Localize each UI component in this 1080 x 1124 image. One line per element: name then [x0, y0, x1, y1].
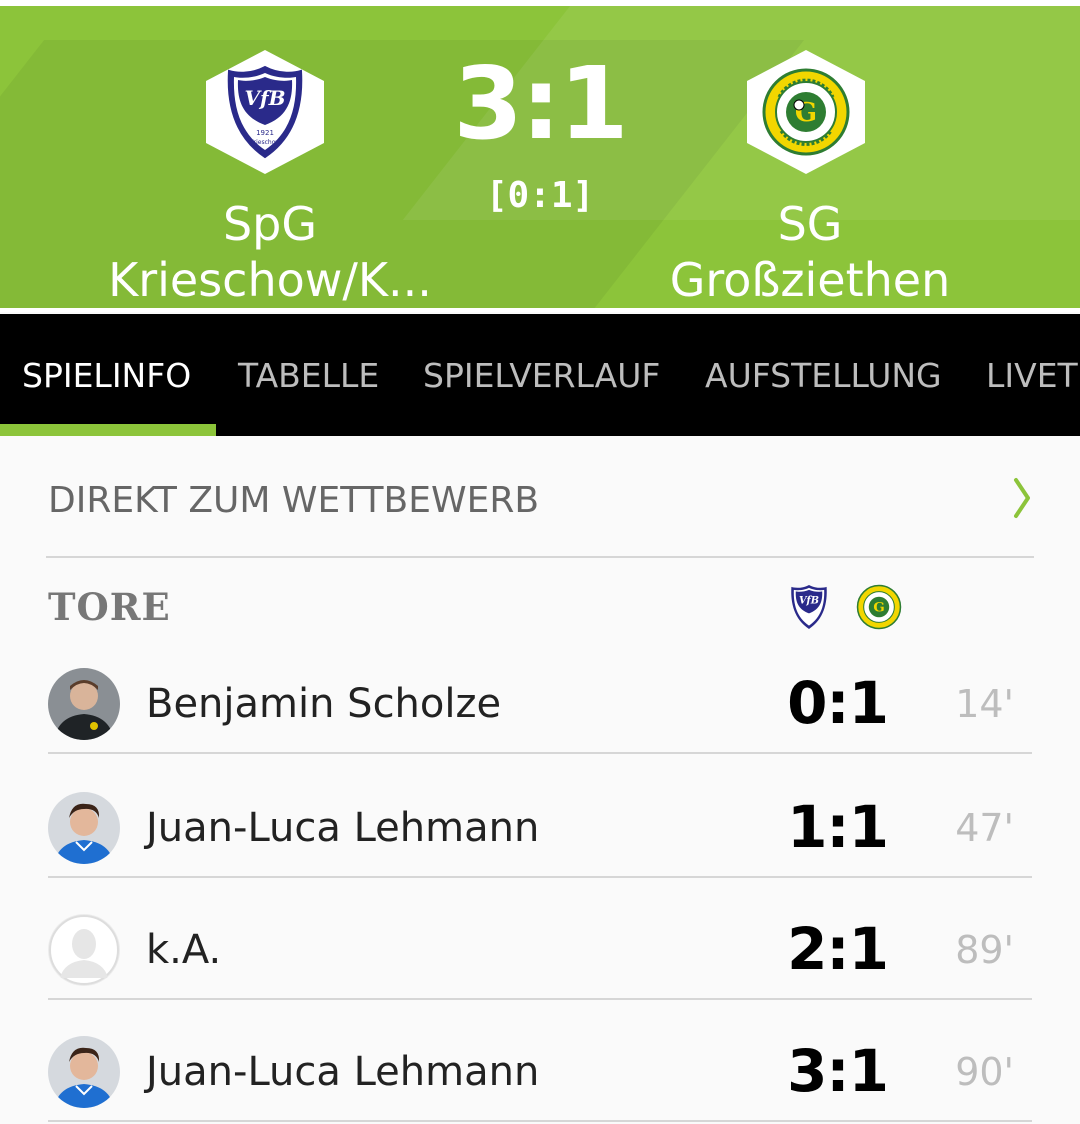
tab-spielinfo[interactable]: SPIELINFO — [22, 354, 191, 398]
placeholder-person-icon — [48, 914, 120, 986]
header-bottom-line — [0, 308, 1080, 312]
home-team-name-line2: Krieschow/K... — [108, 253, 432, 307]
goals-section-title: TORE — [48, 585, 171, 629]
row-divider — [48, 752, 1032, 754]
goal-row[interactable]: Benjamin Scholze 0:1 14' — [48, 632, 1032, 754]
goal-score: 1:1 — [787, 793, 889, 861]
player-avatar — [48, 792, 120, 864]
svg-text:G: G — [873, 601, 884, 616]
home-team-mini-logo-icon: VfB — [791, 584, 827, 630]
tab-liveticker[interactable]: LIVET — [986, 354, 1078, 398]
away-team-name[interactable]: SG Großziethen — [630, 196, 990, 308]
svg-text:VfB: VfB — [799, 596, 819, 607]
player-photo-icon — [48, 1036, 120, 1108]
vfb-krieschow-crest-icon: VfB 1921 Krieschow — [227, 65, 303, 159]
goal-scorer-name: Juan-Luca Lehmann — [146, 1049, 540, 1095]
tab-spielverlauf[interactable]: SPIELVERLAUF — [423, 354, 660, 398]
player-photo-icon — [48, 792, 120, 864]
player-avatar — [48, 914, 120, 986]
svg-text:VfB: VfB — [244, 86, 285, 110]
active-tab-indicator — [0, 424, 216, 436]
tab-aufstellung[interactable]: AUFSTELLUNG — [705, 354, 942, 398]
goal-row[interactable]: Juan-Luca Lehmann 3:1 90' — [48, 1000, 1032, 1122]
goal-minute: 14' — [955, 682, 1014, 726]
goal-row[interactable]: Juan-Luca Lehmann 1:1 47' — [48, 756, 1032, 878]
goal-row[interactable]: k.A. 2:1 89' — [48, 878, 1032, 1000]
svg-text:1921: 1921 — [256, 129, 274, 137]
match-header: VfB 1921 Krieschow 3:1 [0:1] G SpG Kries… — [0, 0, 1080, 312]
goal-minute: 89' — [955, 928, 1014, 972]
svg-text:Krieschow: Krieschow — [250, 139, 281, 146]
goal-score: 0:1 — [787, 669, 889, 737]
competition-link[interactable]: DIREKT ZUM WETTBEWERB — [48, 470, 1038, 534]
tab-bar: SPIELINFO TABELLE SPIELVERLAUF AUFSTELLU… — [0, 314, 1080, 436]
goal-score: 2:1 — [787, 915, 889, 983]
away-team-mini-logo-icon: G — [856, 584, 902, 630]
halftime-score: [0:1] — [485, 175, 595, 216]
final-score: 3:1 — [453, 45, 628, 162]
goal-scorer-name: Juan-Luca Lehmann — [146, 805, 540, 851]
sg-grossziethen-crest-icon: G — [762, 68, 850, 156]
competition-link-label: DIREKT ZUM WETTBEWERB — [48, 480, 540, 521]
row-divider — [48, 1120, 1032, 1122]
player-avatar — [48, 1036, 120, 1108]
goal-scorer-name: Benjamin Scholze — [146, 681, 502, 727]
goal-minute: 47' — [955, 806, 1014, 850]
goal-scorer-name: k.A. — [146, 927, 222, 973]
home-team-name-line1: SpG — [222, 197, 318, 251]
player-photo-icon — [48, 668, 120, 740]
tab-tabelle[interactable]: TABELLE — [238, 354, 379, 398]
divider — [46, 556, 1034, 558]
away-team-name-line1: SG — [777, 197, 843, 251]
away-team-name-line2: Großziethen — [669, 253, 951, 307]
goal-minute: 90' — [955, 1050, 1014, 1094]
home-team-name[interactable]: SpG Krieschow/K... — [90, 196, 450, 308]
chevron-right-icon — [1014, 478, 1030, 518]
goal-score: 3:1 — [787, 1037, 889, 1105]
player-avatar — [48, 668, 120, 740]
